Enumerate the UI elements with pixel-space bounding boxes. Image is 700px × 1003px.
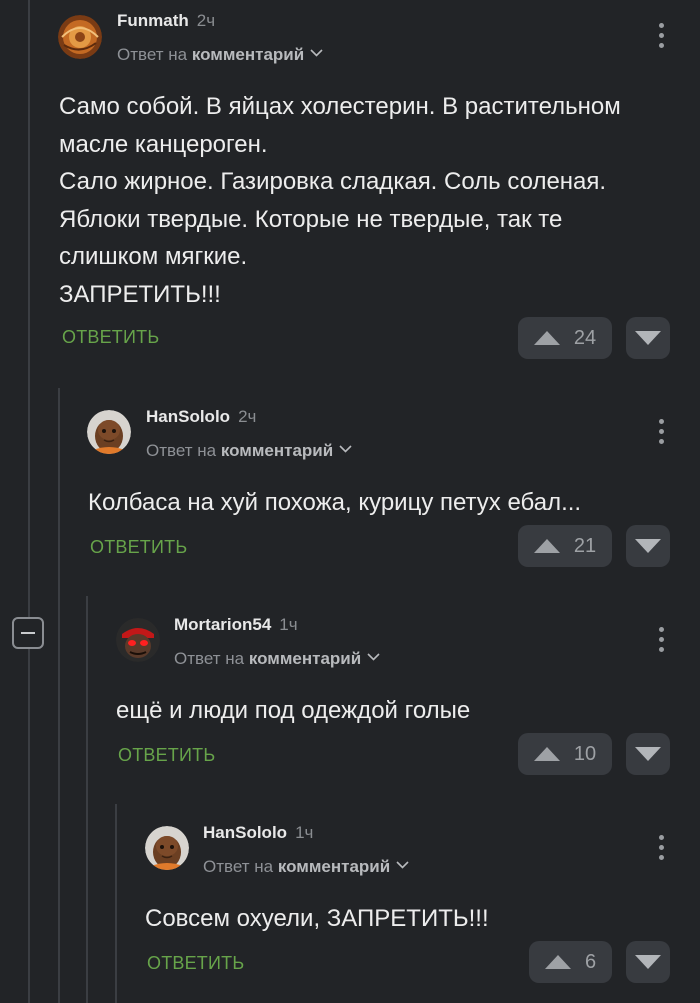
minus-icon (21, 632, 35, 634)
rating-value: 6 (584, 950, 597, 973)
more-options-button[interactable] (659, 627, 665, 653)
avatar[interactable] (116, 618, 160, 662)
chevron-down-icon (367, 653, 380, 661)
thread-line-level-2 (86, 596, 88, 1003)
avatar[interactable] (87, 410, 131, 454)
triangle-up-icon (533, 539, 560, 553)
comment-time: 2ч (196, 11, 216, 30)
triangle-down-icon (635, 539, 661, 553)
comment-author[interactable]: Mortarion54 1ч (174, 615, 298, 635)
upvote-button[interactable]: 10 (518, 733, 612, 775)
thread-line-level-1 (58, 388, 60, 1003)
reply-button[interactable]: ОТВЕТИТЬ (90, 537, 187, 558)
reply-to-link[interactable]: Ответ на комментарий (117, 45, 323, 65)
chevron-down-icon (396, 861, 409, 869)
upvote-button[interactable]: 24 (518, 317, 612, 359)
reply-button[interactable]: ОТВЕТИТЬ (62, 327, 159, 348)
avatar[interactable] (145, 826, 189, 870)
comment-time: 1ч (295, 823, 314, 842)
triangle-up-icon (533, 747, 560, 761)
triangle-up-icon (533, 331, 560, 345)
more-options-button[interactable] (659, 835, 665, 861)
thread-line-level-3 (115, 804, 117, 1003)
reply-button[interactable]: ОТВЕТИТЬ (147, 953, 244, 974)
downvote-button[interactable] (626, 941, 670, 983)
comment-hansololo-2: HanSololo 1ч Ответ на комментарий Совсем … (145, 823, 688, 994)
comment-text: Совсем охуели, ЗАПРЕТИТЬ!!! (145, 905, 489, 932)
thread-line-level-0 (28, 0, 30, 617)
upvote-button[interactable]: 21 (518, 525, 612, 567)
triangle-down-icon (635, 747, 661, 761)
chevron-down-icon (310, 49, 323, 57)
comment-time: 2ч (238, 407, 257, 426)
reply-to-link[interactable]: Ответ на комментарий (203, 857, 409, 877)
comment-text: Колбаса на хуй похожа, курицу петух ебал… (88, 489, 582, 516)
collapse-thread-button[interactable] (12, 617, 44, 649)
comment-time: 1ч (279, 615, 298, 634)
comment-mortarion54: Mortarion54 1ч Ответ на комментарий ещё и… (116, 615, 688, 786)
upvote-button[interactable]: 6 (529, 941, 612, 983)
comment-text: Само собой. В яйцах холестерин. В растит… (59, 93, 621, 308)
comment-author[interactable]: HanSololo 1ч (203, 823, 313, 843)
comment-text: ещё и люди под одеждой голые (116, 697, 471, 724)
triangle-down-icon (635, 331, 661, 345)
more-options-button[interactable] (659, 419, 665, 445)
downvote-button[interactable] (626, 733, 670, 775)
downvote-button[interactable] (626, 317, 670, 359)
comment-hansololo-1: HanSololo 2ч Ответ на комментарий Колбаса… (87, 407, 687, 578)
comment-author[interactable]: HanSololo 2ч (146, 407, 256, 427)
thread-line-level-0-lower (28, 649, 30, 1003)
comment-funmath: Funmath 2ч Ответ на комментарий Само собо… (58, 11, 688, 364)
chevron-down-icon (339, 445, 352, 453)
triangle-down-icon (635, 955, 661, 969)
downvote-button[interactable] (626, 525, 670, 567)
rating-value: 21 (573, 534, 597, 557)
comment-author[interactable]: Funmath 2ч (117, 11, 215, 31)
triangle-up-icon (544, 955, 571, 969)
reply-button[interactable]: ОТВЕТИТЬ (118, 745, 215, 766)
avatar[interactable] (58, 15, 102, 59)
rating-value: 10 (573, 742, 597, 765)
more-options-button[interactable] (659, 23, 665, 49)
reply-to-link[interactable]: Ответ на комментарий (146, 441, 352, 461)
rating-value: 24 (573, 326, 597, 349)
reply-to-link[interactable]: Ответ на комментарий (174, 649, 380, 669)
